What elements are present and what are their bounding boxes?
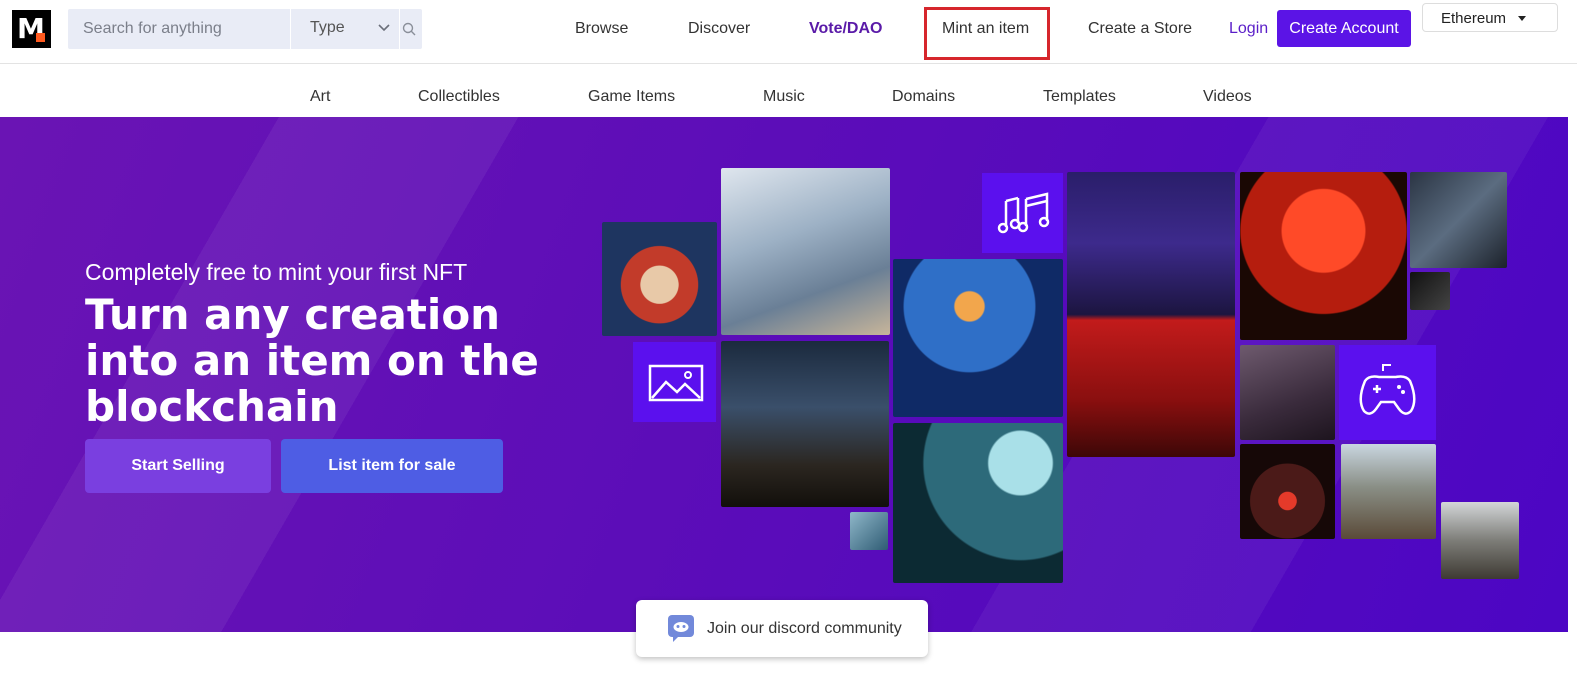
search-icon [402, 22, 416, 36]
type-dropdown-label: Type [310, 19, 345, 36]
search-button[interactable] [400, 9, 422, 49]
nft-artwork-red-album[interactable] [1240, 172, 1407, 340]
logo-accent [36, 33, 45, 42]
nft-artwork-skull[interactable] [602, 222, 717, 336]
nav-mint-item[interactable]: Mint an item [942, 20, 1029, 38]
nft-artwork-thumb[interactable] [1410, 272, 1450, 310]
nft-artwork-hooded[interactable] [1441, 502, 1519, 579]
chain-selector[interactable]: Ethereum [1422, 3, 1558, 32]
music-category-tile[interactable] [982, 173, 1063, 253]
caret-down-icon [1518, 16, 1526, 21]
nft-artwork-portal[interactable] [721, 341, 889, 507]
chevron-down-icon [378, 24, 390, 32]
category-videos[interactable]: Videos [1203, 88, 1252, 106]
category-domains[interactable]: Domains [892, 88, 955, 106]
nft-artwork-character[interactable] [1240, 345, 1335, 440]
category-collectibles[interactable]: Collectibles [418, 88, 500, 106]
search-input[interactable] [68, 9, 290, 49]
category-game-items[interactable]: Game Items [588, 88, 675, 106]
category-music[interactable]: Music [763, 88, 805, 106]
discord-community-button[interactable]: Join our discord community [636, 600, 928, 657]
chain-selector-label: Ethereum [1441, 10, 1507, 27]
top-header: M Type Browse Discover Vote/DAO Mint an … [0, 0, 1577, 64]
login-link[interactable]: Login [1229, 20, 1268, 38]
gamepad-icon [1359, 364, 1416, 415]
nft-artwork-gate[interactable] [1240, 444, 1335, 539]
list-item-button[interactable]: List item for sale [281, 439, 503, 493]
hero-subtitle: Completely free to mint your first NFT [85, 259, 468, 285]
category-templates[interactable]: Templates [1043, 88, 1116, 106]
nav-vote-dao[interactable]: Vote/DAO [809, 20, 882, 38]
game-category-tile[interactable] [1339, 345, 1436, 440]
category-art[interactable]: Art [310, 88, 330, 106]
nft-artwork-planets[interactable] [893, 259, 1063, 417]
nft-artwork-clouds[interactable] [721, 168, 890, 335]
discord-label: Join our discord community [707, 620, 902, 637]
create-account-button[interactable]: Create Account [1277, 10, 1411, 47]
type-dropdown[interactable]: Type [290, 9, 400, 49]
category-bar: Art Collectibles Game Items Music Domain… [0, 65, 1577, 117]
nft-artwork-archer[interactable] [893, 423, 1063, 583]
music-note-icon [997, 192, 1050, 234]
nft-artwork-album-covers[interactable] [1067, 172, 1235, 457]
nav-create-store[interactable]: Create a Store [1088, 20, 1192, 38]
nft-artwork-thumb[interactable] [850, 512, 888, 550]
start-selling-button[interactable]: Start Selling [85, 439, 271, 493]
discord-icon [668, 615, 694, 642]
nft-artwork-warrior[interactable] [1341, 444, 1436, 539]
nft-artwork-vinyl[interactable] [1410, 172, 1507, 268]
nav-browse[interactable]: Browse [575, 20, 628, 38]
image-icon [648, 364, 704, 402]
image-category-tile[interactable] [633, 342, 716, 422]
site-logo[interactable]: M [12, 10, 51, 48]
hero-headline: Turn any creation into an item on the bl… [85, 290, 539, 431]
hero-banner: Completely free to mint your first NFT T… [0, 117, 1568, 632]
nav-discover[interactable]: Discover [688, 20, 750, 38]
search-bar: Type [68, 9, 422, 49]
